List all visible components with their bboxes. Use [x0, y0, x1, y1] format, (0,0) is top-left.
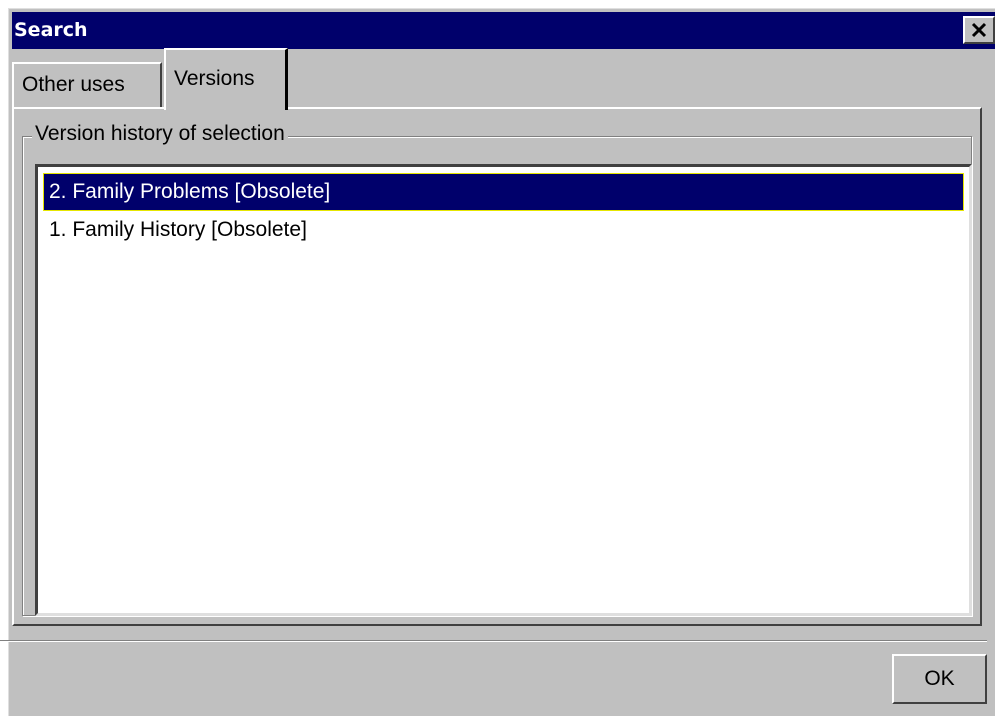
button-bar-separator — [0, 640, 987, 642]
version-list[interactable]: 2. Family Problems [Obsolete] 1. Family … — [35, 164, 972, 616]
close-button[interactable] — [963, 16, 995, 44]
title-bar: Search — [12, 12, 995, 49]
list-item[interactable]: 1. Family History [Obsolete] — [43, 211, 964, 249]
tab-versions[interactable]: Versions — [164, 48, 288, 110]
list-item[interactable]: 2. Family Problems [Obsolete] — [43, 173, 964, 211]
group-legend: Version history of selection — [32, 122, 288, 146]
ok-button[interactable]: OK — [892, 654, 987, 704]
window-title: Search — [14, 19, 88, 41]
close-icon — [971, 22, 987, 38]
tab-other-uses[interactable]: Other uses — [12, 62, 162, 108]
